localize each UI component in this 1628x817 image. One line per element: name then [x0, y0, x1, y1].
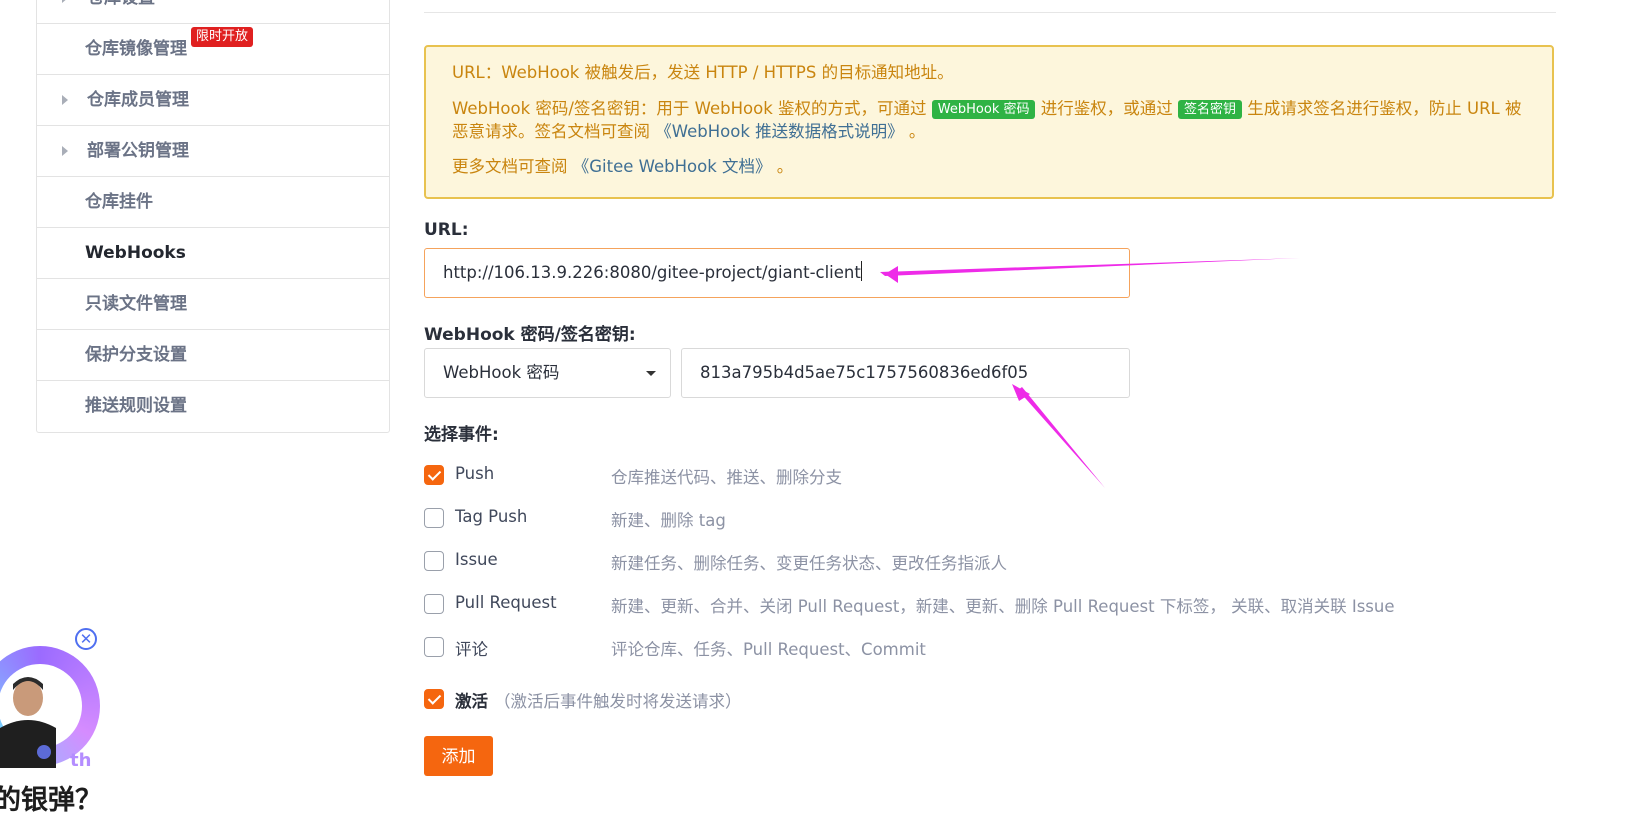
- overlay-tag: th: [70, 750, 92, 771]
- event-desc: 新建、删除 tag: [611, 511, 726, 530]
- issue-checkbox[interactable]: [424, 551, 444, 571]
- presenter-avatar: [0, 677, 56, 768]
- comment-checkbox[interactable]: [424, 637, 444, 657]
- event-name: Issue: [455, 550, 498, 569]
- notice-text: 。: [908, 122, 926, 141]
- format-doc-link[interactable]: 《WebHook 推送数据格式说明》: [655, 122, 903, 141]
- activate-label: 激活: [455, 692, 488, 711]
- arrow-to-secret-icon: [1018, 387, 1105, 488]
- sidebar-item-push-rules[interactable]: 推送规则设置: [37, 381, 389, 432]
- tag-push-checkbox[interactable]: [424, 508, 444, 528]
- event-desc: 新建任务、删除任务、变更任务状态、更改任务指派人: [611, 554, 1007, 573]
- sidebar-item-webhooks[interactable]: WebHooks: [37, 228, 389, 279]
- webhook-help-notice: URL：WebHook 被触发后，发送 HTTP / HTTPS 的目标通知地址…: [424, 45, 1554, 199]
- activate-text: 激活 （激活后事件触发时将发送请求）: [455, 688, 742, 712]
- sidebar-item-mirror[interactable]: 仓库镜像管理 限时开放: [37, 24, 389, 75]
- add-webhook-button[interactable]: 添加: [424, 736, 493, 776]
- sidebar-item-label: 保护分支设置: [85, 345, 187, 365]
- secret-type-select[interactable]: WebHook 密码: [424, 348, 671, 398]
- url-input-value: http://106.13.9.226:8080/gitee-project/g…: [443, 263, 861, 282]
- sidebar-item-label: 仓库挂件: [85, 192, 153, 212]
- event-name: 评论: [455, 640, 488, 659]
- url-input[interactable]: http://106.13.9.226:8080/gitee-project/g…: [424, 248, 1130, 298]
- presenter-video-widget[interactable]: ✕ th 的银弹？: [0, 628, 120, 816]
- divider: [424, 12, 1556, 13]
- limited-badge: 限时开放: [191, 27, 254, 47]
- sidebar-item-readonly-files[interactable]: 只读文件管理: [37, 279, 389, 330]
- event-desc: 新建、更新、合并、关闭 Pull Request，新建、更新、删除 Pull R…: [611, 597, 1395, 616]
- sidebar-item-label: 只读文件管理: [85, 294, 187, 314]
- sidebar-item-label: 推送规则设置: [85, 396, 187, 416]
- sign-key-chip: 签名密钥: [1177, 100, 1242, 119]
- caret-right-icon: [62, 0, 68, 3]
- notice-text: WebHook 密码/签名密钥：用于 WebHook 鉴权的方式，可通过: [452, 99, 927, 118]
- notice-text: 。: [776, 157, 794, 176]
- password-chip: WebHook 密码: [931, 100, 1036, 119]
- event-name: Push: [455, 464, 495, 483]
- activate-hint: （激活后事件触发时将发送请求）: [494, 692, 742, 711]
- notice-text: 进行鉴权，或通过: [1040, 99, 1173, 118]
- settings-sidebar: 仓库设置 仓库镜像管理 限时开放 仓库成员管理 部署公钥管理 仓库挂件 WebH…: [36, 0, 390, 433]
- sidebar-item-repo-settings[interactable]: 仓库设置: [37, 0, 389, 24]
- close-icon[interactable]: ✕: [75, 628, 97, 650]
- sidebar-item-protected-branches[interactable]: 保护分支设置: [37, 330, 389, 381]
- sidebar-item-members[interactable]: 仓库成员管理: [37, 75, 389, 126]
- sidebar-item-label: 仓库成员管理: [87, 90, 189, 110]
- secret-input[interactable]: 813a795b4d5ae75c1757560836ed6f05: [681, 348, 1130, 398]
- activate-checkbox[interactable]: [424, 689, 444, 709]
- secret-label: WebHook 密码/签名密钥:: [424, 325, 636, 345]
- notice-url-line: URL：WebHook 被触发后，发送 HTTP / HTTPS 的目标通知地址…: [452, 63, 954, 82]
- overlay-caption: 的银弹？: [0, 785, 102, 816]
- caret-right-icon: [62, 95, 68, 105]
- text-cursor: [860, 261, 862, 281]
- sidebar-item-label: 仓库设置: [87, 0, 155, 8]
- chevron-down-icon: [646, 371, 656, 376]
- event-desc: 评论仓库、任务、Pull Request、Commit: [611, 640, 926, 659]
- notice-secret-line: WebHook 密码/签名密钥：用于 WebHook 鉴权的方式，可通过 Web…: [452, 97, 1526, 143]
- event-name: Pull Request: [455, 593, 557, 612]
- push-checkbox[interactable]: [424, 465, 444, 485]
- url-label: URL:: [424, 220, 469, 240]
- secret-input-value: 813a795b4d5ae75c1757560836ed6f05: [700, 363, 1029, 382]
- notice-text: 更多文档可查阅: [452, 157, 568, 176]
- sidebar-item-label: 部署公钥管理: [87, 141, 189, 161]
- notice-docs-line: 更多文档可查阅 《Gitee WebHook 文档》 。: [452, 155, 1526, 179]
- gitee-webhook-doc-link[interactable]: 《Gitee WebHook 文档》: [573, 157, 772, 176]
- pull-request-checkbox[interactable]: [424, 594, 444, 614]
- sidebar-item-deploy-keys[interactable]: 部署公钥管理: [37, 126, 389, 177]
- event-name: Tag Push: [455, 507, 528, 526]
- event-desc: 仓库推送代码、推送、删除分支: [611, 468, 842, 487]
- secret-type-value: WebHook 密码: [443, 363, 560, 382]
- events-label: 选择事件:: [424, 425, 499, 445]
- sidebar-item-label: WebHooks: [85, 243, 186, 263]
- caret-right-icon: [62, 146, 68, 156]
- sidebar-item-widgets[interactable]: 仓库挂件: [37, 177, 389, 228]
- sidebar-item-label: 仓库镜像管理: [85, 39, 187, 59]
